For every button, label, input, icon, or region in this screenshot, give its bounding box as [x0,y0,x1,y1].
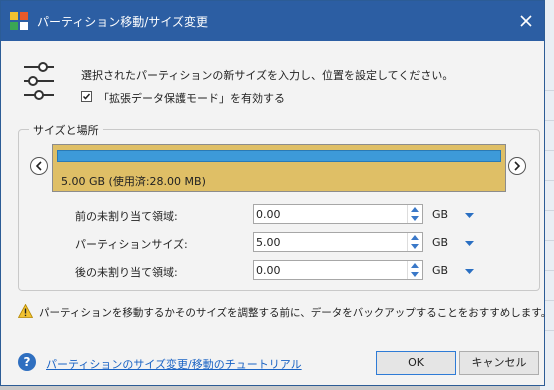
partition-size-input[interactable] [256,233,404,251]
move-resize-dialog: パーティション移動/サイズ変更 選択されたパーティションの新サイズを入力し、位置… [0,0,551,386]
chevron-down-icon [465,213,474,218]
enhanced-protection-checkbox[interactable] [81,91,92,102]
arrow-down-icon [411,244,419,249]
chevron-down-icon [465,241,474,246]
chevron-left-icon [35,161,42,171]
close-icon [520,15,532,27]
ok-button[interactable]: OK [376,351,456,375]
dialog-title: パーティション移動/サイズ変更 [37,15,208,29]
chevron-down-icon [465,269,474,274]
group-title: サイズと場所 [29,122,103,138]
partition-size-field[interactable] [253,232,423,252]
partition-size-label: パーティションサイズ: [75,238,188,251]
unit-label: GB [432,236,449,249]
cancel-button[interactable]: キャンセル [459,351,539,375]
unit-dropdown[interactable] [465,209,477,221]
unallocated-after-spinner[interactable] [407,261,422,279]
help-icon[interactable]: ? [18,353,36,371]
increment-button[interactable] [408,233,422,242]
arrow-down-icon [411,272,419,277]
unit-label: GB [432,208,449,221]
tutorial-link[interactable]: パーティションのサイズ変更/移動のチュートリアル [46,356,302,372]
unit-dropdown[interactable] [465,237,477,249]
unallocated-before-label: 前の未割り当て領域: [75,210,178,223]
cancel-label: キャンセル [471,356,527,369]
unallocated-after-field[interactable] [253,260,423,280]
arrow-up-icon [411,207,419,212]
increment-button[interactable] [408,261,422,270]
unallocated-after-label: 後の未割り当て領域: [75,266,178,279]
unit-dropdown[interactable] [465,265,477,277]
sliders-icon [24,62,54,100]
partition-size-spinner[interactable] [407,233,422,251]
decrement-button[interactable] [408,242,422,251]
partition-info: 5.00 GB (使用済:28.00 MB) [61,175,206,188]
unit-label: GB [432,264,449,277]
close-button[interactable] [514,9,538,33]
chevron-right-icon [514,161,521,171]
increment-button[interactable] [408,205,422,214]
unallocated-before-field[interactable] [253,204,423,224]
app-logo-icon [10,12,28,30]
title-bar: パーティション移動/サイズ変更 [1,1,544,41]
move-right-button[interactable] [508,157,526,175]
unallocated-before-spinner[interactable] [407,205,422,223]
partition-size-handle[interactable] [57,150,501,162]
warning-icon [18,304,33,318]
enhanced-protection-label[interactable]: 「拡張データ保護モード」を有効する [98,90,285,106]
arrow-up-icon [411,235,419,240]
decrement-button[interactable] [408,270,422,279]
decrement-button[interactable] [408,214,422,223]
backup-warning: パーティションを移動するかそのサイズを調整する前に、データをバックアップすること… [39,307,552,319]
unallocated-after-input[interactable] [256,261,404,279]
move-left-button[interactable] [30,157,48,175]
partition-block[interactable]: 5.00 GB (使用済:28.00 MB) [52,144,506,192]
unallocated-before-input[interactable] [256,205,404,223]
arrow-up-icon [411,263,419,268]
checkmark-icon [82,93,91,100]
instruction-text: 選択されたパーティションの新サイズを入力し、位置を設定してください。 [81,69,454,82]
arrow-down-icon [411,216,419,221]
ok-label: OK [408,356,424,369]
